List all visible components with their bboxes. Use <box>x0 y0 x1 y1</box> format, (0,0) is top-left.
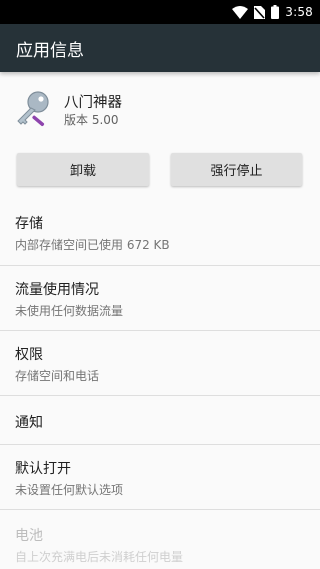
no-sim-icon <box>254 5 266 19</box>
open-by-default-row-summary: 未设置任何默认选项 <box>15 483 124 497</box>
data-usage-row[interactable]: 流量使用情况 未使用任何数据流量 <box>0 265 320 330</box>
status-time: 3:58 <box>285 5 313 19</box>
permissions-row-summary: 存储空间和电话 <box>15 369 100 383</box>
permissions-row-title: 权限 <box>15 347 43 363</box>
app-name: 八门神器 <box>64 95 122 111</box>
battery-icon <box>271 5 280 19</box>
app-bar: 应用信息 <box>0 24 320 72</box>
battery-row: 电池 自上次充满电后未消耗任何电量 <box>0 509 320 569</box>
battery-row-title: 电池 <box>15 528 43 544</box>
uninstall-button[interactable]: 卸载 <box>17 153 149 186</box>
app-key-icon <box>14 90 52 128</box>
app-version: 版本 5.00 <box>64 113 119 127</box>
storage-row[interactable]: 存储 内部存储空间已使用 672 KB <box>0 199 320 265</box>
open-by-default-row-title: 默认打开 <box>15 461 71 477</box>
page-title: 应用信息 <box>16 40 84 61</box>
storage-row-title: 存储 <box>15 216 43 232</box>
status-bar: 3:58 <box>0 0 320 24</box>
data-usage-row-summary: 未使用任何数据流量 <box>15 304 124 318</box>
open-by-default-row[interactable]: 默认打开 未设置任何默认选项 <box>0 444 320 509</box>
notifications-row-title: 通知 <box>15 415 43 431</box>
app-header: 八门神器 版本 5.00 <box>0 72 320 144</box>
data-usage-row-title: 流量使用情况 <box>15 282 99 298</box>
storage-row-summary: 内部存储空间已使用 672 KB <box>15 238 170 252</box>
permissions-row[interactable]: 权限 存储空间和电话 <box>0 330 320 395</box>
wifi-icon <box>232 5 249 19</box>
battery-row-summary: 自上次充满电后未消耗任何电量 <box>15 550 184 564</box>
notifications-row[interactable]: 通知 <box>0 395 320 444</box>
force-stop-button[interactable]: 强行停止 <box>171 153 302 186</box>
